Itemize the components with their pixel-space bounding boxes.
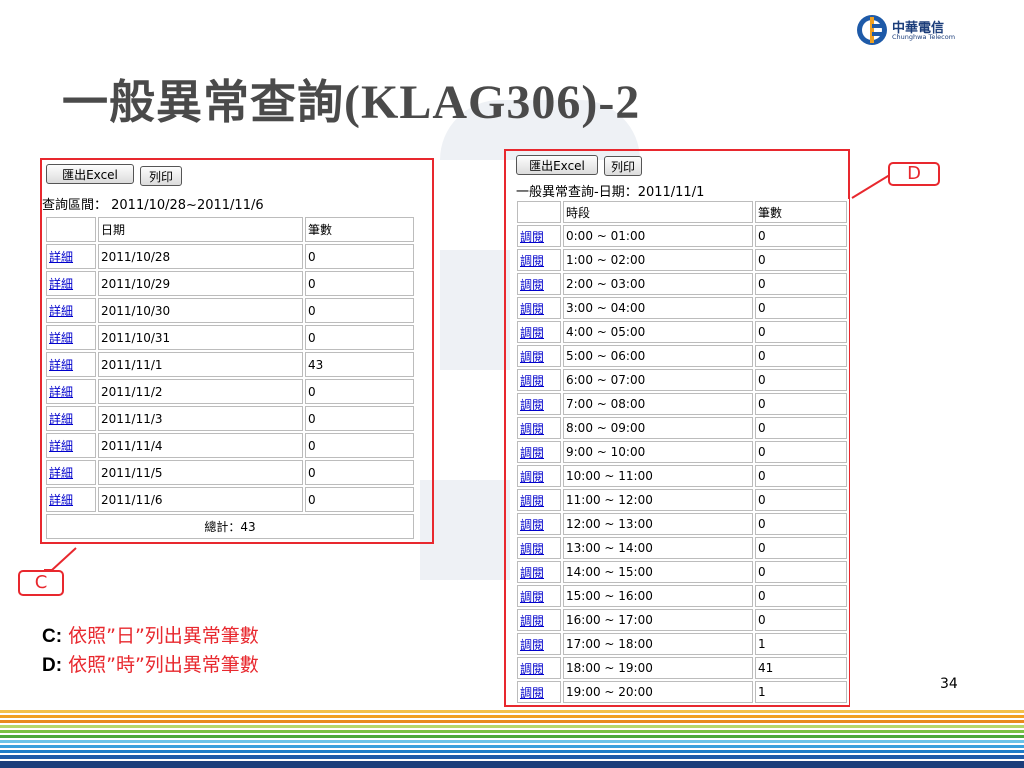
page-number: 34 — [940, 676, 958, 692]
note-d-key: D: — [42, 655, 63, 676]
note-c-key: C: — [42, 626, 63, 647]
note-d: D: 依照”時”列出異常筆數 — [42, 651, 259, 680]
note-c: C: 依照”日”列出異常筆數 — [42, 622, 259, 651]
callout-d: D — [888, 162, 940, 186]
callout-c-connector — [44, 547, 77, 571]
callout-c: C — [18, 570, 64, 596]
legend-notes: C: 依照”日”列出異常筆數 D: 依照”時”列出異常筆數 — [42, 622, 259, 680]
note-c-text: 依照”日”列出異常筆數 — [62, 625, 259, 647]
bottom-stripes — [0, 710, 1024, 768]
note-d-text: 依照”時”列出異常筆數 — [62, 654, 259, 676]
